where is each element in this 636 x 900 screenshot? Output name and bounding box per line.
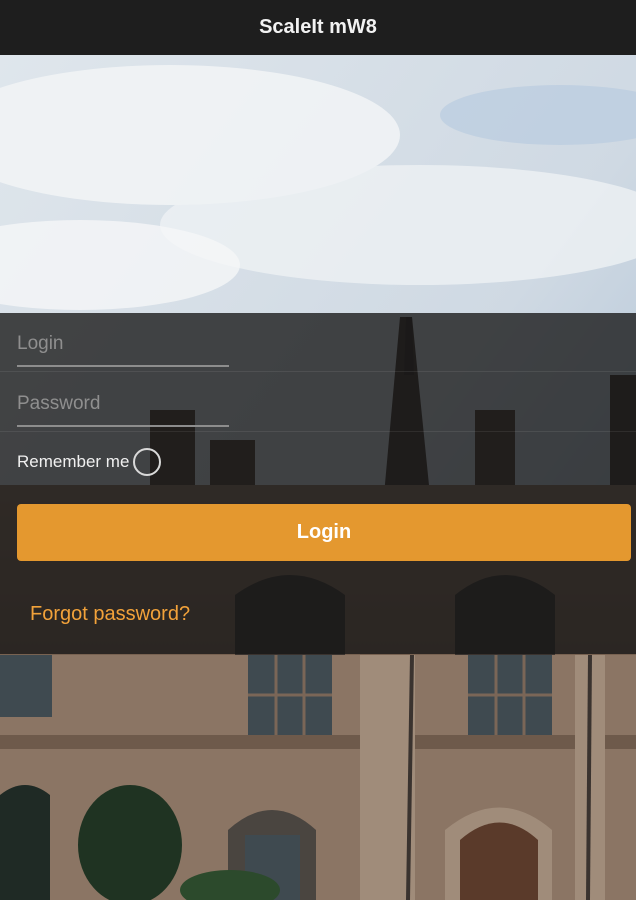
app-header: ScaleIt mW8 xyxy=(0,0,636,55)
forgot-password-link[interactable]: Forgot password? xyxy=(30,603,190,626)
divider xyxy=(0,431,636,432)
login-input[interactable] xyxy=(17,327,229,367)
remember-me-label: Remember me xyxy=(17,452,130,471)
app-title: ScaleIt mW8 xyxy=(259,16,377,38)
remember-me-row[interactable]: Remember me xyxy=(17,447,162,477)
password-input[interactable] xyxy=(17,387,229,427)
divider xyxy=(0,371,636,372)
app-screen: ScaleIt mW8 Login Remember me Login Forg… xyxy=(0,0,636,900)
login-button[interactable]: Login xyxy=(17,504,631,561)
remember-me-radio[interactable] xyxy=(133,448,162,476)
login-form-panel: Remember me Login Forgot password? xyxy=(0,313,636,654)
